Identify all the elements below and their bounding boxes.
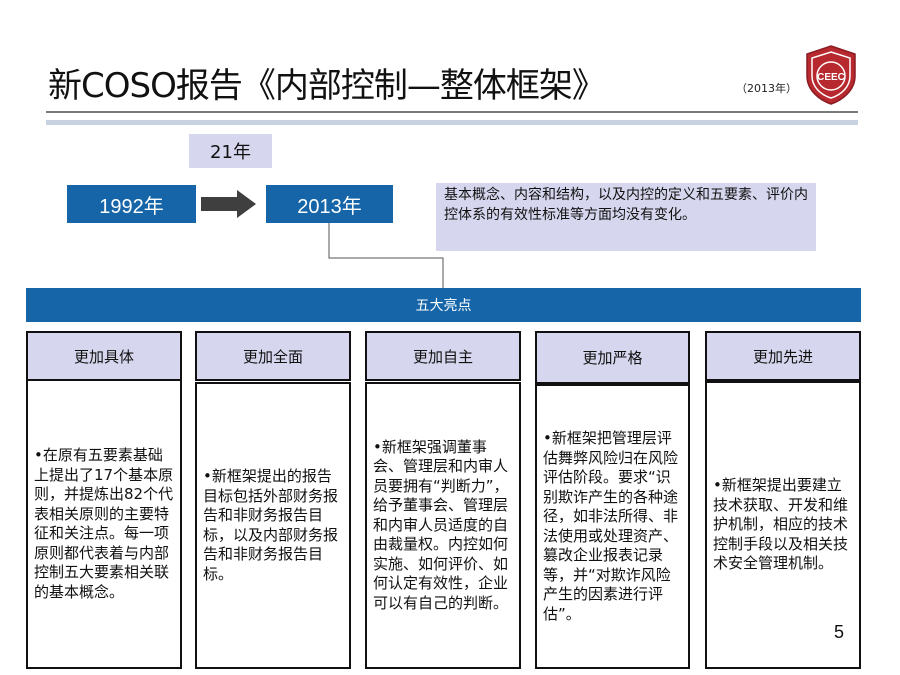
card-body-autonomous: •新框架强调董事会、管理层和内审人员要拥有“判断力”，给予董事会、管理层和内审人…: [365, 382, 521, 669]
highlights-banner: 五大亮点: [26, 288, 861, 322]
card-heading-specific: 更加具体: [26, 331, 182, 381]
card-heading-comprehensive: 更加全面: [195, 331, 351, 381]
page-number: 5: [834, 622, 845, 642]
card-body-comprehensive: •新框架提出的报告目标包括外部财务报告和非财务报告目标，以及内部财务报告和非财务…: [195, 382, 351, 669]
unchanged-summary: 基本概念、内容和结构，以及内控的定义和五要素、评价内控体系的有效性标准等方面均没…: [436, 183, 816, 251]
connector-line: [328, 223, 444, 288]
card-body-specific: •在原有五要素基础上提出了17个基本原则，并提炼出82个代表相关原则的主要特征和…: [26, 379, 182, 669]
end-year-box: 2013年: [266, 185, 393, 223]
card-heading-strict: 更加严格: [535, 331, 690, 384]
card-body-strict: •新框架把管理层评估舞弊风险归在风险评估阶段。要求“识别欺诈产生的各种途径，如非…: [535, 384, 690, 669]
arrow-right-icon: [201, 190, 256, 218]
card-heading-autonomous: 更加自主: [365, 331, 521, 381]
card-heading-advanced: 更加先进: [705, 331, 861, 381]
